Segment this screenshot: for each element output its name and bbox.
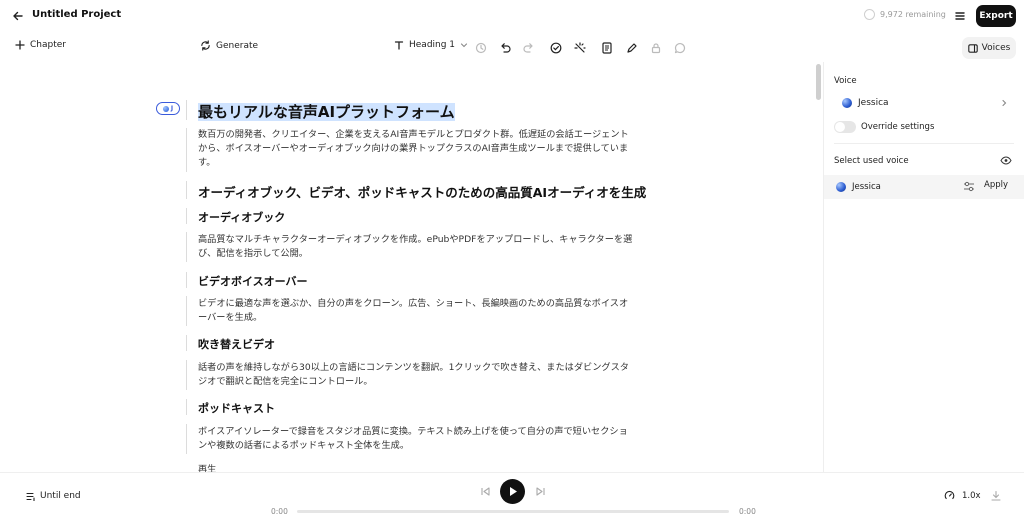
override-settings-label: Override settings: [861, 122, 935, 132]
intro-paragraph-line[interactable]: 数百万の開発者、クリエイター、企業を支えるAI音声モデルとプロダクト群。低遅延の…: [198, 128, 668, 142]
redo-icon[interactable]: [522, 41, 536, 55]
paragraph-line[interactable]: 高品質なマルチキャラクターオーディオブックを作成。ePubやPDFをアップロード…: [198, 233, 668, 247]
block-marker: [186, 128, 187, 172]
until-end-toggle[interactable]: Until end: [26, 491, 81, 501]
block-marker: [186, 272, 187, 288]
back-arrow-icon[interactable]: [10, 8, 26, 24]
hamburger-menu-icon[interactable]: [952, 8, 968, 24]
add-chapter-label: Chapter: [30, 40, 66, 50]
voices-panel-button[interactable]: Voices: [962, 37, 1016, 59]
until-end-label: Until end: [40, 491, 81, 501]
total-time: 0:00: [739, 507, 756, 516]
block-marker: [186, 208, 187, 224]
override-settings-toggle[interactable]: [834, 121, 856, 133]
heading-style-label: Heading 1: [409, 40, 456, 50]
project-title[interactable]: Untitled Project: [32, 9, 121, 20]
section-subheading[interactable]: オーディオブック、ビデオ、ポッドキャストのための高品質AIオーディオを生成: [198, 182, 668, 201]
playback-speed-control[interactable]: 1.0x: [944, 490, 981, 501]
sliders-settings-icon[interactable]: [963, 181, 975, 192]
comment-icon[interactable]: [673, 41, 687, 55]
intro-paragraph-line[interactable]: す。: [198, 156, 668, 170]
voice-section-label: Voice: [834, 76, 857, 86]
intro-paragraph-line[interactable]: から、ボイスオーバーやオーディオブック向けの業界トップクラスのAI音声生成ツール…: [198, 142, 668, 156]
top-bar: Untitled Project 9,972 remaining Export: [0, 0, 1024, 32]
voice-orb-icon: [842, 98, 852, 108]
undo-icon[interactable]: [498, 41, 512, 55]
credits-remaining-label: 9,972 remaining: [880, 10, 946, 19]
chevron-down-icon: [460, 43, 468, 48]
plus-icon: [15, 40, 25, 50]
heading-style-dropdown[interactable]: Heading 1: [394, 40, 468, 50]
block-marker: [186, 181, 187, 199]
skip-back-icon[interactable]: [480, 486, 491, 497]
block-marker: [186, 335, 187, 351]
list-play-icon: [26, 492, 35, 501]
paragraph-line[interactable]: ーバーを生成。: [198, 311, 668, 325]
voice-orb-icon: [162, 105, 169, 112]
credits-remaining: 9,972 remaining: [864, 9, 946, 20]
editor-scrollbar-track[interactable]: [816, 62, 822, 472]
block-marker: [186, 399, 187, 415]
paragraph-line[interactable]: 話者の声を維持しながら30以上の言語にコンテンツを翻訳。1クリックで吹き替え、ま…: [198, 361, 668, 375]
toggle-knob: [835, 122, 845, 132]
playback-speed-label: 1.0x: [962, 490, 981, 501]
paragraph-line[interactable]: ジオで翻訳と配信を完全にコントロール。: [198, 375, 668, 389]
playback-progress-bar[interactable]: [297, 510, 729, 513]
section-title-audiobook[interactable]: オーディオブック: [198, 209, 668, 225]
paragraph-line[interactable]: ビデオに最適な声を選ぶか、自分の声をクローン。広告、ショート、長編映画のための高…: [198, 297, 668, 311]
export-button[interactable]: Export: [976, 5, 1016, 27]
play-icon: [510, 487, 517, 496]
skip-forward-icon[interactable]: [535, 486, 546, 497]
speed-gauge-icon: [944, 490, 955, 500]
voice-selector[interactable]: Jessica: [834, 92, 1018, 114]
paragraph-line-cut[interactable]: 再生: [198, 463, 668, 472]
editor-toolbar: Chapter Generate Heading 1 Voices: [0, 36, 1024, 60]
chevron-right-icon: [1002, 99, 1007, 107]
add-chapter-button[interactable]: Chapter: [15, 40, 66, 50]
panel-divider: [834, 143, 1014, 144]
pen-edit-icon[interactable]: [625, 41, 639, 55]
document-icon[interactable]: [600, 41, 614, 55]
voice-name: Jessica: [858, 98, 889, 108]
refresh-icon: [201, 40, 210, 51]
paragraph-line[interactable]: び、配信を指示して公開。: [198, 247, 668, 261]
history-icon[interactable]: [474, 41, 488, 55]
editor-scrollbar-thumb[interactable]: [816, 64, 821, 100]
block-marker: [186, 424, 187, 454]
voice-badge[interactable]: J: [156, 102, 180, 115]
block-marker: [186, 232, 187, 262]
document-heading-text: 最もリアルな音声AIプラットフォーム: [198, 103, 455, 121]
current-time: 0:00: [271, 507, 288, 516]
lock-icon[interactable]: [649, 41, 663, 55]
play-button[interactable]: [500, 479, 525, 504]
paragraph-line[interactable]: ンや複数の話者によるポッドキャスト全体を生成。: [198, 439, 668, 453]
download-icon[interactable]: [990, 490, 1002, 502]
used-voice-name: Jessica: [852, 182, 881, 192]
generate-label: Generate: [216, 40, 259, 51]
voice-badge-letter: J: [170, 105, 174, 112]
regenerate-check-icon[interactable]: [549, 41, 563, 55]
generate-button[interactable]: Generate: [200, 40, 258, 51]
voice-orb-icon: [836, 182, 846, 192]
document-heading[interactable]: 最もリアルな音声AIプラットフォーム: [198, 101, 668, 122]
eye-icon[interactable]: [1000, 156, 1012, 165]
select-used-voice-label: Select used voice: [834, 156, 909, 166]
block-marker: [186, 360, 187, 390]
paragraph-line[interactable]: ボイスアイソレーターで録音をスタジオ品質に変換。テキスト読み上げを使って自分の声…: [198, 425, 668, 439]
block-marker: [186, 296, 187, 326]
apply-voice-button[interactable]: Apply: [984, 180, 1008, 190]
voices-label: Voices: [981, 43, 1011, 53]
credits-ring-icon: [864, 9, 875, 20]
magic-effects-icon[interactable]: [573, 41, 587, 55]
text-type-icon: [394, 41, 404, 50]
block-marker: [186, 100, 187, 120]
section-title-podcast[interactable]: ポッドキャスト: [198, 400, 668, 416]
panel-toggle-icon: [967, 43, 978, 53]
section-title-dubbing[interactable]: 吹き替えビデオ: [198, 336, 668, 352]
section-title-voiceover[interactable]: ビデオボイスオーバー: [198, 273, 668, 289]
